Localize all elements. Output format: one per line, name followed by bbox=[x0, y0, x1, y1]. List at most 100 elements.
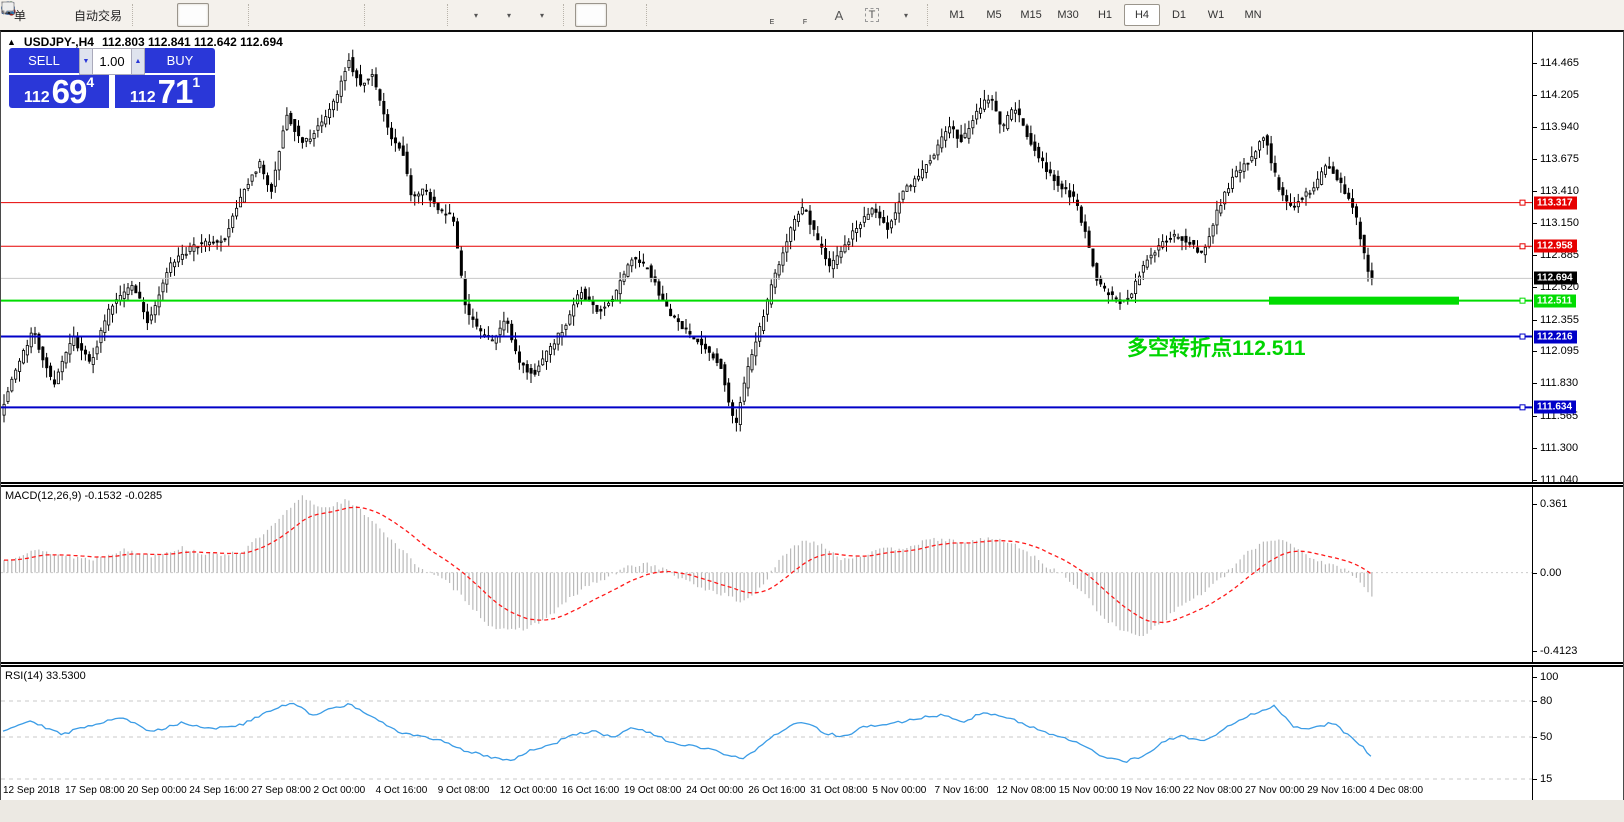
time-axis-label: 24 Sep 16:00 bbox=[189, 785, 249, 796]
timeframe-button-h4[interactable]: H4 bbox=[1124, 4, 1160, 26]
horizontal-line-button[interactable] bbox=[691, 3, 723, 27]
price-tick-label: 113.150 bbox=[1540, 217, 1579, 229]
templates-button[interactable]: ▾ bbox=[525, 3, 557, 27]
candlestick-chart-button[interactable] bbox=[177, 3, 209, 27]
axis-tick-mark bbox=[1533, 573, 1537, 574]
time-axis-label: 24 Oct 00:00 bbox=[686, 785, 743, 796]
level-price-tag: 112.216 bbox=[1534, 330, 1577, 343]
timeframe-button-d1[interactable]: D1 bbox=[1161, 4, 1197, 26]
macd-plot bbox=[1, 487, 1532, 662]
time-axis-label: 31 Oct 08:00 bbox=[810, 785, 867, 796]
axis-tick-mark bbox=[1533, 159, 1537, 160]
sell-price-big: 69 bbox=[52, 77, 87, 107]
vertical-line-button[interactable] bbox=[658, 3, 690, 27]
axis-tick-mark bbox=[1533, 127, 1537, 128]
pane-divider[interactable] bbox=[1, 482, 1623, 487]
chart-shift-button[interactable] bbox=[409, 3, 441, 27]
line-chart-button[interactable] bbox=[210, 3, 242, 27]
timeframe-button-h1[interactable]: H1 bbox=[1087, 4, 1123, 26]
timeframe-button-w1[interactable]: W1 bbox=[1198, 4, 1234, 26]
main-toolbar: 单 自动交易 bbox=[0, 0, 1624, 30]
dropdown-arrow-icon[interactable]: ▾ bbox=[904, 11, 908, 20]
level-price-tag: 112.511 bbox=[1534, 294, 1576, 307]
auto-scroll-button[interactable] bbox=[376, 3, 408, 27]
collapse-icon[interactable]: ▲ bbox=[7, 37, 16, 47]
community-chat-icon[interactable] bbox=[0, 0, 16, 16]
fibonacci-button[interactable]: F bbox=[790, 3, 822, 27]
time-axis-label: 7 Nov 16:00 bbox=[935, 785, 989, 796]
pivot-annotation[interactable]: 多空转折点112.511 bbox=[1127, 332, 1306, 362]
timeframe-button-mn[interactable]: MN bbox=[1235, 4, 1271, 26]
sell-price-button[interactable]: 112 69 4 bbox=[9, 75, 109, 108]
indicators-button[interactable]: ▾ bbox=[459, 3, 491, 27]
candlestick-plot bbox=[1, 32, 1532, 482]
time-axis-label: 4 Dec 08:00 bbox=[1369, 785, 1423, 796]
sell-button[interactable]: SELL bbox=[9, 48, 79, 75]
trendline-button[interactable] bbox=[724, 3, 756, 27]
price-tick-label: 111.300 bbox=[1540, 442, 1578, 454]
time-axis-label: 12 Nov 08:00 bbox=[997, 785, 1057, 796]
text-button[interactable]: A bbox=[823, 3, 855, 27]
autotrading-button[interactable]: 自动交易 bbox=[70, 3, 126, 27]
bar-chart-button[interactable] bbox=[144, 3, 176, 27]
macd-pane[interactable] bbox=[1, 487, 1532, 662]
candlestick-pane[interactable] bbox=[1, 32, 1532, 482]
zoom-out-button[interactable] bbox=[293, 3, 325, 27]
text-label-button[interactable]: T bbox=[856, 3, 888, 27]
sell-price-prefix: 112 bbox=[24, 89, 50, 107]
volume-decrease-button[interactable]: ▼ bbox=[79, 48, 93, 75]
dropdown-arrow-icon[interactable]: ▾ bbox=[474, 11, 478, 20]
time-axis-label: 26 Oct 16:00 bbox=[748, 785, 805, 796]
cursor-button[interactable] bbox=[575, 3, 607, 27]
timeframe-button-m15[interactable]: M15 bbox=[1013, 4, 1049, 26]
history-center-button[interactable] bbox=[37, 3, 69, 27]
arrows-button[interactable]: ▾ bbox=[889, 3, 921, 27]
tile-windows-button[interactable] bbox=[326, 3, 358, 27]
dropdown-arrow-icon[interactable]: ▾ bbox=[507, 11, 511, 20]
price-axis[interactable]: 114.465114.205113.940113.675113.410113.1… bbox=[1532, 32, 1623, 800]
axis-tick-mark bbox=[1533, 320, 1537, 321]
axis-tick-mark bbox=[1533, 651, 1537, 652]
axis-tick-mark bbox=[1533, 779, 1537, 780]
toolbar-separator bbox=[447, 4, 455, 26]
buy-price-button[interactable]: 112 71 1 bbox=[115, 75, 215, 108]
volume-input[interactable] bbox=[93, 48, 131, 75]
axis-tick-mark bbox=[1533, 63, 1537, 64]
autotrading-label: 自动交易 bbox=[74, 7, 122, 24]
timeframe-button-m30[interactable]: M30 bbox=[1050, 4, 1086, 26]
time-axis[interactable]: 12 Sep 201817 Sep 08:0020 Sep 00:0024 Se… bbox=[1, 785, 1532, 799]
price-tick-label: 113.675 bbox=[1540, 153, 1579, 165]
equidistant-channel-button[interactable]: E bbox=[757, 3, 789, 27]
ohlc-values: 112.803 112.841 112.642 112.694 bbox=[102, 35, 283, 49]
macd-tick-label: 0.361 bbox=[1540, 498, 1568, 510]
time-axis-label: 15 Nov 00:00 bbox=[1059, 785, 1119, 796]
macd-tick-label: 0.00 bbox=[1540, 567, 1561, 579]
level-price-tag: 112.958 bbox=[1534, 240, 1577, 253]
toolbar-separator bbox=[132, 4, 140, 26]
current-price-tag: 112.694 bbox=[1534, 272, 1577, 285]
zoom-in-button[interactable] bbox=[260, 3, 292, 27]
time-axis-label: 12 Oct 00:00 bbox=[500, 785, 557, 796]
time-axis-label: 12 Sep 2018 bbox=[3, 785, 60, 796]
volume-increase-button[interactable]: ▲ bbox=[131, 48, 145, 75]
buy-label: BUY bbox=[167, 53, 194, 68]
dropdown-arrow-icon[interactable]: ▾ bbox=[540, 11, 544, 20]
buy-button[interactable]: BUY bbox=[145, 48, 215, 75]
pane-divider[interactable] bbox=[1, 662, 1623, 667]
axis-tick-mark bbox=[1533, 416, 1537, 417]
rsi-pane[interactable] bbox=[1, 667, 1532, 800]
crosshair-button[interactable] bbox=[608, 3, 640, 27]
toolbar-group-scroll bbox=[376, 3, 441, 27]
timeframe-button-m1[interactable]: M1 bbox=[939, 4, 975, 26]
time-axis-label: 27 Sep 08:00 bbox=[251, 785, 311, 796]
time-axis-label: 17 Sep 08:00 bbox=[65, 785, 125, 796]
axis-tick-mark bbox=[1533, 287, 1537, 288]
rsi-tick-label: 100 bbox=[1540, 671, 1558, 683]
axis-tick-mark bbox=[1533, 95, 1537, 96]
plot-region[interactable]: ▲ USDJPY-,H4 112.803 112.841 112.642 112… bbox=[1, 32, 1532, 800]
toolbar-separator bbox=[563, 4, 571, 26]
toolbar-group-zoom bbox=[260, 3, 358, 27]
periods-button[interactable]: ▾ bbox=[492, 3, 524, 27]
time-axis-label: 27 Nov 00:00 bbox=[1245, 785, 1305, 796]
timeframe-button-m5[interactable]: M5 bbox=[976, 4, 1012, 26]
